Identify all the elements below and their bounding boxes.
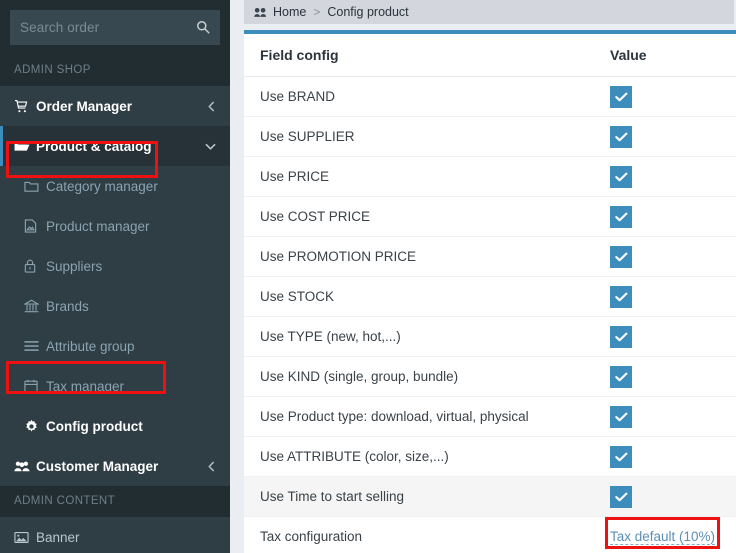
breadcrumb: Home > Config product: [244, 0, 734, 24]
sidebar-item-config-product[interactable]: Config product: [0, 406, 230, 446]
breadcrumb-separator: >: [313, 5, 321, 19]
row-label: Use STOCK: [244, 276, 610, 317]
table-row: Use Product type: download, virtual, phy…: [244, 396, 736, 437]
image-icon: [14, 531, 36, 544]
sidebar-item-tax-manager[interactable]: Tax manager: [0, 366, 230, 406]
table-row: Use TYPE (new, hot,...): [244, 316, 736, 357]
sidebar-item-order-manager[interactable]: Order Manager: [0, 86, 230, 126]
sidebar-item-suppliers[interactable]: Suppliers: [0, 246, 230, 286]
checkbox-use-attribute[interactable]: [610, 445, 632, 468]
order-cart-icon: [14, 99, 36, 114]
admin-dashboard-screen: Search order ADMIN SHOP Order Manager Pr…: [0, 0, 736, 553]
calendar-icon: [24, 379, 46, 393]
chevron-left-icon: [207, 461, 216, 472]
sidebar-item-label: Config product: [46, 418, 143, 434]
config-table: Field config Value Use BRAND Use SUPPLIE…: [244, 34, 736, 553]
row-label: Use PRICE: [244, 156, 610, 197]
gear-icon: [24, 419, 46, 434]
sidebar-search-area: Search order: [0, 0, 230, 55]
sidebar-item-banner[interactable]: Banner: [0, 517, 230, 553]
main-content: Home > Config product Field config Value…: [230, 0, 736, 553]
row-label: Use ATTRIBUTE (color, size,...): [244, 436, 610, 477]
sidebar-item-brands[interactable]: Brands: [0, 286, 230, 326]
sidebar-item-label: Category manager: [46, 178, 158, 194]
table-row: Use BRAND: [244, 76, 736, 117]
sidebar-item-attribute-group[interactable]: Attribute group: [0, 326, 230, 366]
sidebar-item-label: Suppliers: [46, 258, 103, 274]
table-row: Use Time to start selling: [244, 476, 736, 517]
checkbox-use-cost-price[interactable]: [610, 205, 632, 228]
folder-outline-icon: [24, 180, 46, 193]
checkbox-use-promotion-price[interactable]: [610, 245, 632, 268]
breadcrumb-home-link[interactable]: Home: [273, 5, 306, 19]
checkbox-use-kind[interactable]: [610, 365, 632, 388]
checkbox-use-brand[interactable]: [610, 85, 632, 108]
table-header-row: Field config Value: [244, 34, 736, 77]
home-icon: [254, 7, 267, 18]
sidebar-item-label: Customer Manager: [36, 458, 159, 474]
sidebar-item-category-manager[interactable]: Category manager: [0, 166, 230, 206]
sidebar: Search order ADMIN SHOP Order Manager Pr…: [0, 0, 230, 553]
sidebar-section-admin-shop: ADMIN SHOP: [0, 55, 230, 86]
row-label: Use PROMOTION PRICE: [244, 236, 610, 277]
breadcrumb-current: Config product: [327, 5, 409, 19]
row-label: Use TYPE (new, hot,...): [244, 316, 610, 357]
row-label: Use SUPPLIER: [244, 116, 610, 157]
table-row: Tax configuration Tax default (10%): [244, 516, 736, 553]
sidebar-item-label: Tax manager: [46, 378, 125, 394]
lock-icon: [24, 259, 46, 273]
table-row: Use PRICE: [244, 156, 736, 197]
table-row: Use ATTRIBUTE (color, size,...): [244, 436, 736, 477]
sidebar-item-customer-manager[interactable]: Customer Manager: [0, 446, 230, 486]
users-icon: [14, 460, 36, 473]
sidebar-section-admin-content: ADMIN CONTENT: [0, 486, 230, 517]
table-row: Use KIND (single, group, bundle): [244, 356, 736, 397]
sidebar-item-label: Brands: [46, 298, 89, 314]
checkbox-use-product-type[interactable]: [610, 405, 632, 428]
sidebar-item-label: Product & catalog: [36, 138, 152, 154]
checkbox-use-supplier[interactable]: [610, 125, 632, 148]
config-card: Field config Value Use BRAND Use SUPPLIE…: [244, 30, 736, 553]
sidebar-item-label: Banner: [36, 529, 80, 545]
chevron-down-icon: [205, 142, 216, 151]
table-row: Use COST PRICE: [244, 196, 736, 237]
row-label: Use KIND (single, group, bundle): [244, 356, 610, 397]
row-label: Use COST PRICE: [244, 196, 610, 237]
checkbox-use-stock[interactable]: [610, 285, 632, 308]
checkbox-use-price[interactable]: [610, 165, 632, 188]
search-icon[interactable]: [196, 20, 210, 36]
bank-icon: [24, 299, 46, 313]
row-label: Tax configuration: [244, 516, 610, 553]
column-header-value: Value: [610, 34, 736, 77]
chevron-left-icon: [207, 101, 216, 112]
column-header-field-config: Field config: [244, 34, 610, 77]
folder-open-icon: [14, 139, 36, 153]
table-row: Use STOCK: [244, 276, 736, 317]
sidebar-item-label: Product manager: [46, 218, 150, 234]
sidebar-item-product-catalog[interactable]: Product & catalog: [0, 126, 230, 166]
list-lines-icon: [24, 340, 46, 352]
tax-default-link[interactable]: Tax default (10%): [610, 529, 716, 545]
sidebar-item-label: Attribute group: [46, 338, 135, 354]
table-row: Use PROMOTION PRICE: [244, 236, 736, 277]
sidebar-item-label: Order Manager: [36, 98, 133, 114]
checkbox-use-type[interactable]: [610, 325, 632, 348]
table-row: Use SUPPLIER: [244, 116, 736, 157]
search-placeholder: Search order: [20, 20, 100, 35]
sidebar-item-product-manager[interactable]: Product manager: [0, 206, 230, 246]
search-input[interactable]: Search order: [10, 10, 220, 45]
row-label: Use BRAND: [244, 76, 610, 117]
checkbox-use-time-to-start-selling[interactable]: [610, 485, 632, 508]
row-label: Use Product type: download, virtual, phy…: [244, 396, 610, 437]
image-file-icon: [24, 219, 46, 233]
row-label: Use Time to start selling: [244, 476, 610, 517]
